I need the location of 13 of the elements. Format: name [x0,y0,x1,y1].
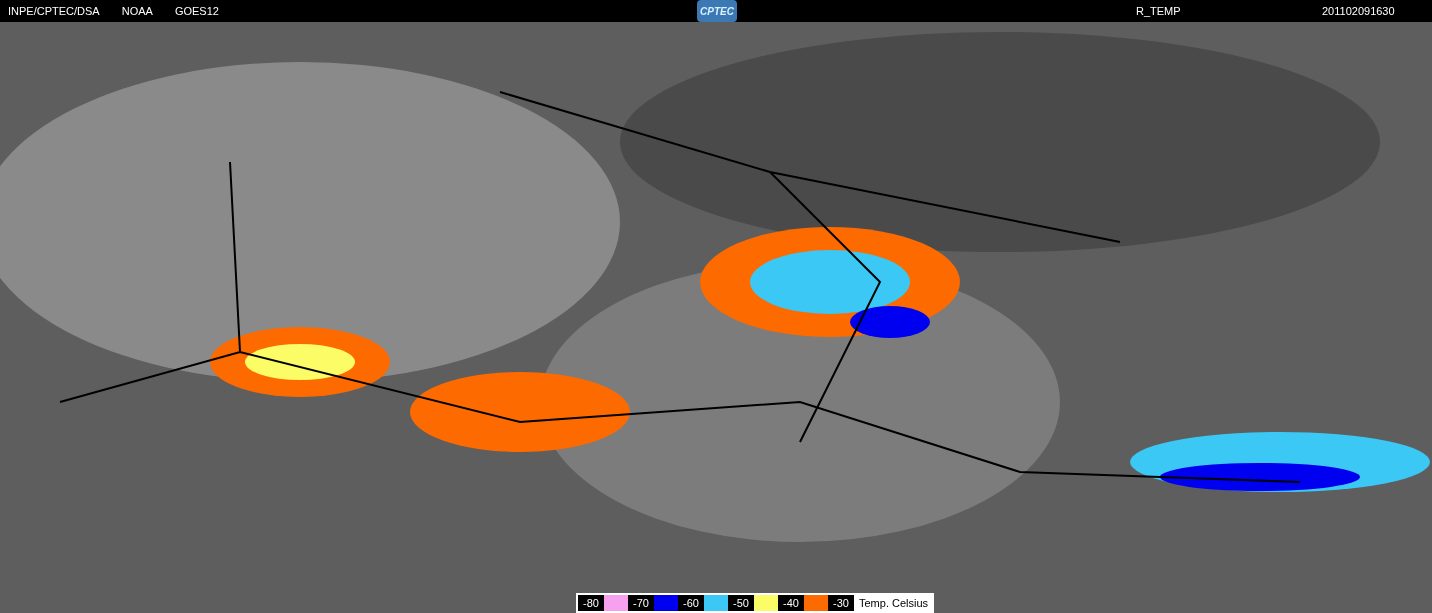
logo: CPTEC [697,0,737,22]
source-label: NOAA [121,3,153,19]
legend-value: -70 [628,595,654,611]
legend-value: -50 [728,595,754,611]
timestamp: 201102091630 [1322,3,1395,19]
product-label: R_TEMP [1136,3,1181,19]
source-label: INPE/CPTEC/DSA [8,3,100,19]
legend-value: -80 [578,595,604,611]
legend-value: -30 [828,595,854,611]
legend-value: -60 [678,595,704,611]
legend-title: Temp. Celsius [859,595,929,611]
legend-value: -40 [778,595,804,611]
source-label: GOES12 [174,3,219,19]
